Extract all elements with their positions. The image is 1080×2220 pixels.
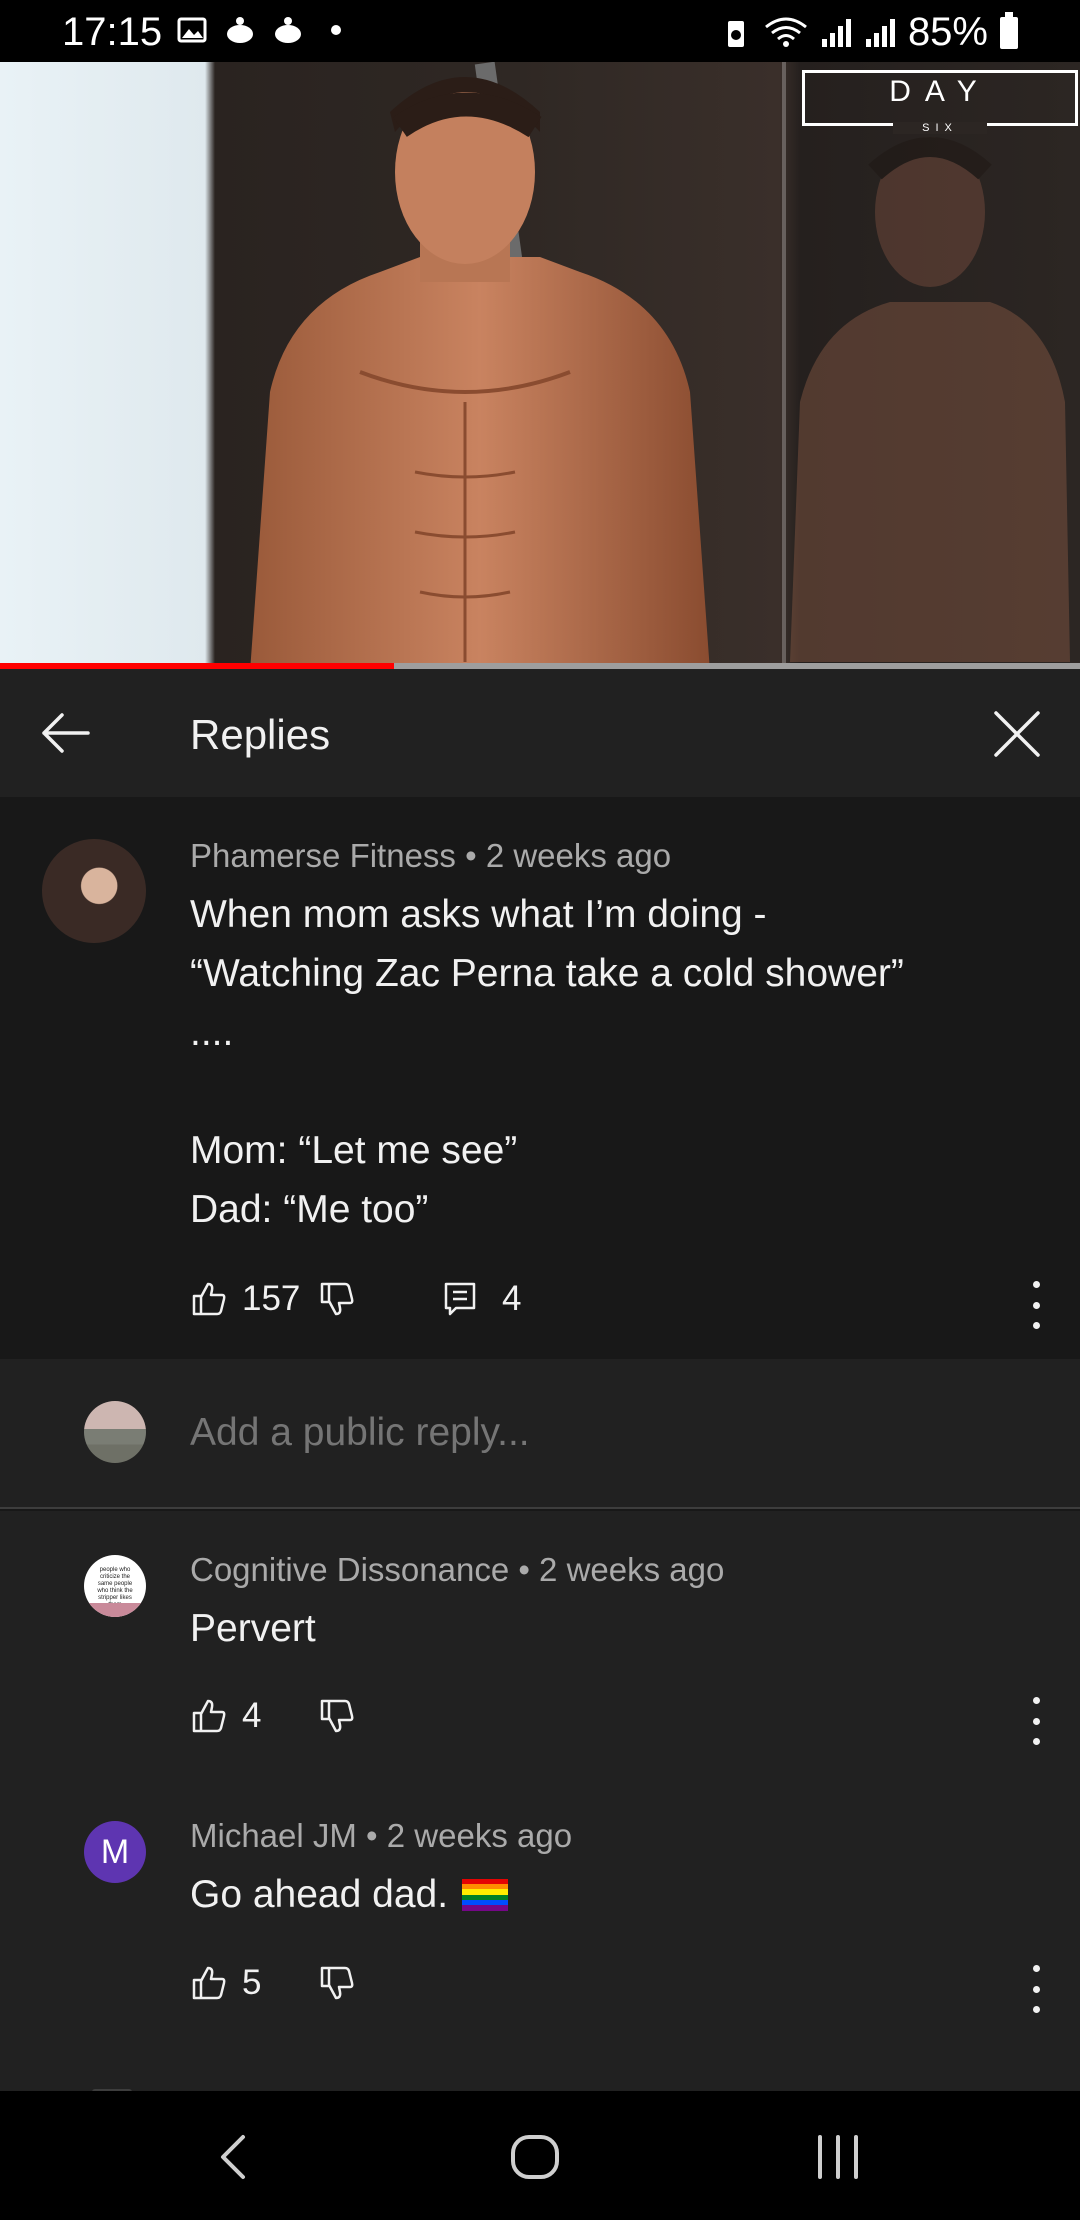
gallery-icon	[177, 17, 207, 43]
reply-input[interactable]	[190, 1411, 1010, 1455]
comment-text: Go ahead dad.	[190, 1873, 449, 1916]
more-options-icon[interactable]	[1026, 1697, 1046, 1745]
video-frame-reflection	[790, 137, 1070, 662]
comment-actions: 5	[190, 1963, 356, 2003]
thumbs-up-icon[interactable]	[190, 1964, 228, 2002]
like-count: 5	[242, 1963, 262, 2002]
battery-saver-icon	[727, 20, 744, 47]
video-player[interactable]: DAY SIX	[0, 62, 1080, 665]
reply-count: 4	[502, 1279, 522, 1318]
home-icon[interactable]	[505, 2127, 565, 2187]
replies-header: Replies	[0, 669, 1080, 797]
main-comment: Phamerse Fitness • 2 weeks ago When mom …	[0, 797, 1080, 1359]
battery-percent: 85%	[907, 10, 988, 54]
signal-icon	[821, 18, 851, 47]
brand-logo-subword: SIX	[893, 122, 987, 134]
avatar[interactable]: people who criticize the same people who…	[84, 1555, 146, 1617]
video-frame-person	[250, 77, 710, 665]
thumbs-down-icon[interactable]	[318, 1280, 356, 1318]
comment-text: When mom asks what I’m doing - “Watching…	[190, 893, 904, 1231]
avatar	[84, 1401, 146, 1463]
reply-icon[interactable]	[442, 1280, 480, 1318]
comment-meta: Michael JM • 2 weeks ago	[190, 1817, 573, 1854]
like-count: 4	[242, 1696, 262, 1735]
thumbs-up-icon[interactable]	[190, 1280, 228, 1318]
status-time: 17:15	[62, 10, 163, 54]
close-icon[interactable]	[992, 709, 1042, 759]
more-options-icon[interactable]	[1026, 1965, 1046, 2013]
back-icon[interactable]	[205, 2127, 265, 2187]
status-system-icons: 85%	[720, 10, 1018, 55]
dot-icon	[331, 25, 341, 35]
comment-meta: Phamerse Fitness • 2 weeks ago	[190, 837, 672, 874]
thumbs-down-icon[interactable]	[318, 1964, 356, 2002]
arrow-left-icon[interactable]	[38, 709, 92, 757]
recents-icon[interactable]	[808, 2127, 868, 2187]
add-reply-bar	[0, 1359, 1080, 1509]
notification-icon	[275, 17, 301, 43]
page-title: Replies	[190, 711, 331, 758]
thumbs-up-icon[interactable]	[190, 1697, 228, 1735]
thumbs-down-icon[interactable]	[318, 1697, 356, 1735]
status-notification-icons	[176, 14, 352, 46]
avatar-letter: M	[100, 1832, 130, 1871]
wifi-icon	[765, 17, 807, 47]
signal-icon	[865, 18, 895, 47]
avatar[interactable]	[42, 839, 146, 943]
comment-meta: Cognitive Dissonance • 2 weeks ago	[190, 1551, 725, 1588]
comment-actions: 4	[190, 1696, 356, 1736]
comment-text: Pervert	[190, 1607, 316, 1650]
replies-list: people who criticize the same people who…	[0, 1511, 1080, 2095]
like-count: 157	[242, 1279, 301, 1318]
comment-body: Go ahead dad.	[190, 1865, 509, 1924]
battery-icon	[1000, 11, 1018, 49]
system-nav-bar	[0, 2091, 1080, 2220]
rainbow-flag-icon	[462, 1878, 509, 1911]
more-options-icon[interactable]	[1026, 1281, 1046, 1329]
avatar[interactable]: M	[84, 1821, 146, 1883]
brand-logo-word: DAY	[889, 75, 991, 108]
video-frame-detail	[782, 62, 786, 665]
notification-icon	[227, 17, 253, 43]
status-bar: 17:15 85%	[0, 0, 1080, 62]
comment-actions: 157 4	[190, 1279, 521, 1319]
brand-logo: DAY SIX	[802, 70, 1078, 134]
